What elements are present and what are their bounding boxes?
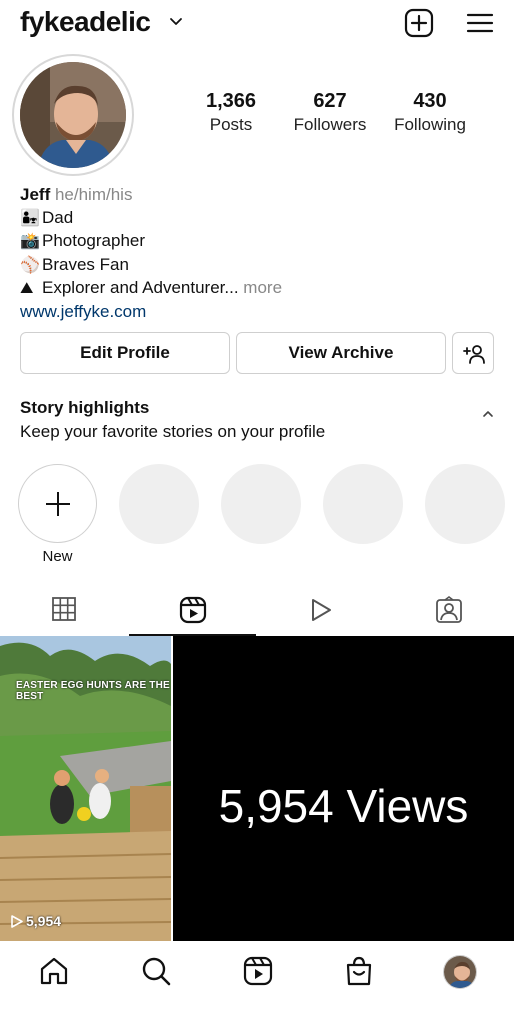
reel-thumbnail[interactable]: EASTER EGG HUNTS ARE THE BEST 5,954	[0, 636, 171, 941]
videos-play-icon	[312, 599, 331, 621]
reels-icon[interactable]	[242, 955, 274, 987]
bio-more-link[interactable]: more	[243, 278, 282, 297]
highlight-placeholder	[323, 464, 403, 544]
shop-icon[interactable]	[343, 955, 375, 987]
add-user-icon	[463, 345, 485, 364]
play-icon	[11, 915, 23, 928]
create-post-icon[interactable]	[404, 8, 434, 38]
views-tile[interactable]: 5,954 Views	[173, 636, 514, 941]
website-link[interactable]: www.jeffyke.com	[20, 301, 490, 324]
views-tile-text: 5,954 Views	[218, 780, 469, 832]
display-name: Jeff	[20, 185, 51, 204]
bio-line: ⚾ Braves Fan	[20, 254, 490, 278]
mountain-emoji-icon: ⛰	[20, 280, 34, 298]
posts-count: 1,366	[205, 90, 257, 112]
bio-line-text: Dad	[42, 207, 74, 227]
edit-profile-button[interactable]: Edit Profile	[20, 332, 230, 374]
highlight-placeholder	[425, 464, 505, 544]
discover-people-button[interactable]	[452, 332, 494, 374]
reel-caption: EASTER EGG HUNTS ARE THE BEST	[16, 680, 170, 702]
profile-photo	[20, 62, 126, 168]
profile-avatar[interactable]	[12, 54, 134, 176]
story-highlights-title: Story highlights	[20, 398, 150, 417]
home-icon[interactable]	[38, 955, 70, 987]
tab-posts[interactable]	[0, 586, 128, 636]
posts-stat: 1,366 Posts	[195, 90, 267, 135]
bio-line-text: Explorer and Adventurer...	[42, 278, 239, 298]
highlight-placeholder	[221, 464, 301, 544]
tab-reels[interactable]	[128, 586, 256, 636]
profile-bio: Jeff he/him/his 👨‍👧 Dad 📸 Photographer ⚾ Br…	[20, 184, 490, 324]
plus-icon	[46, 492, 70, 516]
bio-line: 👨‍👧 Dad	[20, 207, 490, 231]
new-highlight-button[interactable]	[18, 464, 97, 543]
reels-icon	[179, 596, 207, 624]
bio-line: 📸 Photographer	[20, 230, 490, 254]
chevron-up-icon[interactable]	[480, 406, 496, 422]
baseball-emoji-icon: ⚾	[20, 256, 40, 274]
reel-view-count: 5,954	[10, 913, 61, 929]
followers-stat[interactable]: 627 Followers	[288, 90, 372, 135]
top-header: fykeadelic	[0, 0, 514, 48]
bio-line: ⛰ Explorer and Adventurer... more	[20, 277, 490, 301]
reel-view-count-text: 5,954	[26, 913, 62, 929]
bio-line-text: Braves Fan	[42, 254, 129, 274]
bio-line-text: Photographer	[42, 231, 146, 251]
story-highlights-subtitle: Keep your favorite stories on your profi…	[20, 422, 326, 441]
tab-videos[interactable]	[256, 586, 384, 636]
chevron-down-icon[interactable]	[168, 14, 184, 30]
following-count: 430	[413, 90, 447, 112]
bottom-navigation	[0, 941, 514, 1023]
posts-label: Posts	[209, 115, 253, 134]
bio-name-line: Jeff he/him/his	[20, 184, 490, 207]
family-emoji-icon: 👨‍👧	[20, 209, 40, 227]
reels-grid: EASTER EGG HUNTS ARE THE BEST 5,954 5,95…	[0, 636, 514, 941]
profile-avatar-image	[444, 956, 476, 988]
menu-icon[interactable]	[465, 8, 495, 38]
following-stat[interactable]: 430 Following	[388, 90, 472, 135]
following-label: Following	[394, 115, 466, 134]
tagged-icon	[436, 596, 462, 623]
profile-nav-avatar[interactable]	[443, 955, 477, 989]
view-archive-button[interactable]: View Archive	[236, 332, 446, 374]
tab-tagged[interactable]	[384, 586, 512, 636]
posts-grid-icon	[52, 597, 76, 621]
pronouns: he/him/his	[54, 185, 133, 204]
followers-label: Followers	[293, 115, 367, 134]
new-highlight-label: New	[42, 548, 73, 565]
account-username[interactable]: fykeadelic	[20, 6, 151, 38]
followers-count: 627	[313, 90, 347, 112]
profile-tabs	[0, 586, 514, 636]
highlight-placeholder	[119, 464, 199, 544]
search-icon[interactable]	[140, 955, 172, 987]
camera-emoji-icon: 📸	[20, 233, 40, 251]
